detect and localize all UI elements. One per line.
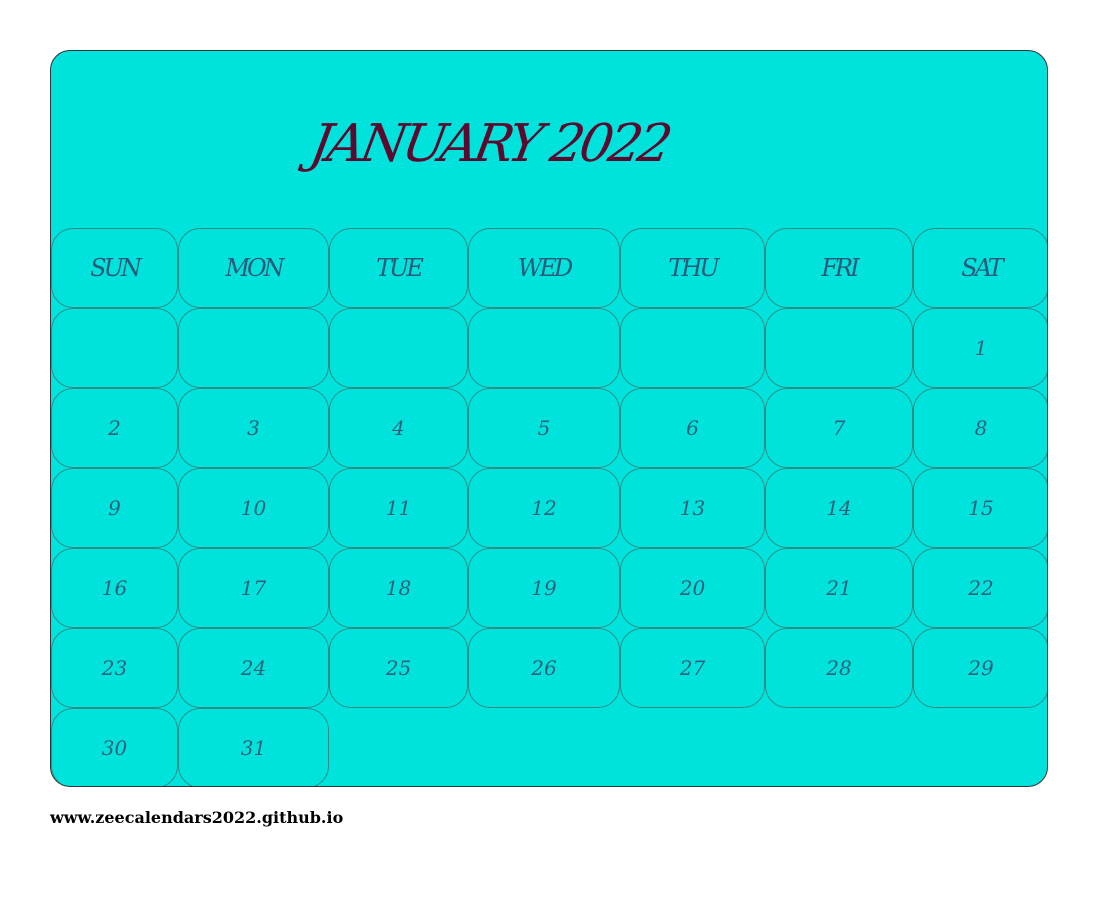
day-cell: 4 xyxy=(329,388,468,468)
day-cell: 16 xyxy=(51,548,178,628)
day-cell: 5 xyxy=(468,388,620,468)
day-cell: 15 xyxy=(913,468,1047,548)
day-cell: 17 xyxy=(178,548,329,628)
weekday-header-thu: THU xyxy=(620,228,765,308)
day-cell: 19 xyxy=(468,548,620,628)
weekday-header-sat: SAT xyxy=(913,228,1047,308)
weekday-header-mon: MON xyxy=(178,228,329,308)
weekday-header-wed: WED xyxy=(468,228,620,308)
footer-url[interactable]: www.zeecalendars2022.github.io xyxy=(50,808,343,827)
empty-day-cell xyxy=(765,308,913,388)
day-cell: 11 xyxy=(329,468,468,548)
weekday-header-sun: SUN xyxy=(51,228,178,308)
day-cell: 14 xyxy=(765,468,913,548)
day-cell: 6 xyxy=(620,388,765,468)
empty-day-cell xyxy=(51,308,178,388)
empty-day-cell xyxy=(178,308,329,388)
day-cell: 21 xyxy=(765,548,913,628)
day-cell: 20 xyxy=(620,548,765,628)
weekday-header-fri: FRI xyxy=(765,228,913,308)
day-cell: 31 xyxy=(178,708,329,786)
day-cell: 18 xyxy=(329,548,468,628)
empty-day-cell xyxy=(329,308,468,388)
empty-day-cell xyxy=(468,308,620,388)
weekday-header-tue: TUE xyxy=(329,228,468,308)
day-cell: 3 xyxy=(178,388,329,468)
day-cell: 10 xyxy=(178,468,329,548)
day-cell: 24 xyxy=(178,628,329,708)
empty-day-cell xyxy=(620,308,765,388)
day-cell: 27 xyxy=(620,628,765,708)
day-cell: 29 xyxy=(913,628,1047,708)
day-cell: 22 xyxy=(913,548,1047,628)
day-cell: 30 xyxy=(51,708,178,786)
day-cell: 7 xyxy=(765,388,913,468)
day-cell: 8 xyxy=(913,388,1047,468)
day-cell: 25 xyxy=(329,628,468,708)
month-title: JANUARY 2022 xyxy=(305,114,673,174)
calendar-card: JANUARY 2022 SUN MON TUE WED THU FRI SAT 1 2 3 4 5 6… xyxy=(50,50,1048,787)
day-cell: 1 xyxy=(913,308,1047,388)
day-cell: 26 xyxy=(468,628,620,708)
day-cell: 2 xyxy=(51,388,178,468)
day-cell: 13 xyxy=(620,468,765,548)
day-cell: 28 xyxy=(765,628,913,708)
day-cell: 12 xyxy=(468,468,620,548)
day-cell: 23 xyxy=(51,628,178,708)
day-cell: 9 xyxy=(51,468,178,548)
